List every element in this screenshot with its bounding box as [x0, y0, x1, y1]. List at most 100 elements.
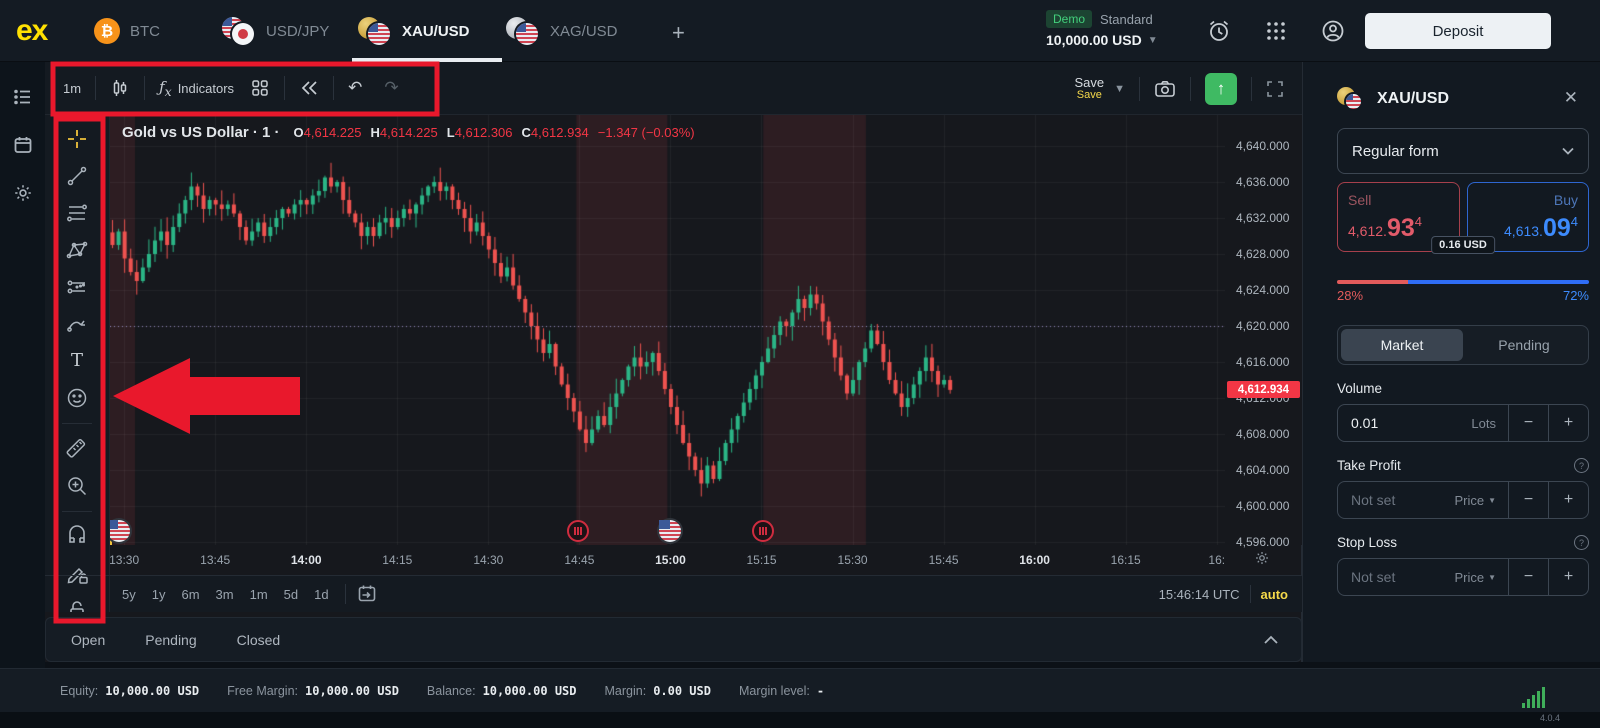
range-button-5d[interactable]: 5d — [284, 587, 298, 602]
status-label: Margin level: — [739, 684, 810, 698]
range-button-5y[interactable]: 5y — [122, 587, 136, 602]
redo-icon[interactable]: ↷ — [384, 78, 398, 98]
undo-icon[interactable]: ↶ — [348, 78, 362, 98]
app-window: ex ₿ BTC USD/JPY XAU/USD XAG/USD + — [0, 0, 1600, 728]
instrument-tab-xauusd[interactable]: XAU/USD — [358, 0, 470, 62]
volume-plus-button[interactable]: + — [1548, 405, 1588, 441]
range-button-3m[interactable]: 3m — [216, 587, 234, 602]
go-to-date-icon[interactable] — [356, 583, 378, 605]
order-form-selector[interactable]: Regular form — [1337, 128, 1589, 174]
range-button-1y[interactable]: 1y — [152, 587, 166, 602]
indicators-button[interactable]: ƒx Indicators — [159, 78, 234, 99]
magnet-tool-icon[interactable] — [65, 525, 89, 549]
volume-unit[interactable]: Lots — [1471, 405, 1508, 441]
volume-input[interactable]: 0.01 — [1338, 405, 1471, 441]
chart-plot-area[interactable]: Gold vs US Dollar · 1 · O4,614.225 H4,61… — [110, 115, 1225, 545]
range-button-1m[interactable]: 1m — [250, 587, 268, 602]
screenshot-camera-icon[interactable] — [1154, 79, 1176, 99]
apps-grid-icon[interactable] — [1263, 18, 1289, 44]
alerts-alarm-icon[interactable] — [1206, 18, 1232, 44]
bottom-strip — [0, 712, 1600, 728]
market-pause-marker[interactable] — [752, 520, 774, 542]
stop-loss-mode-select[interactable]: Price▼ — [1454, 559, 1508, 595]
tools-divider — [62, 511, 92, 512]
account-balance: 10,000.00 USD — [1046, 32, 1142, 48]
tab-market[interactable]: Market — [1341, 329, 1463, 361]
price-tick-label: 4,624.000 — [1236, 283, 1289, 297]
sell-label: Sell — [1348, 192, 1449, 208]
watchlist-menu-icon[interactable] — [12, 86, 34, 108]
settings-gear-icon[interactable] — [12, 182, 34, 204]
panel-symbol-title: XAU/USD — [1377, 90, 1449, 108]
emoji-tool-icon[interactable] — [65, 386, 89, 410]
stop-loss-input[interactable]: Not set — [1338, 559, 1454, 595]
crosshair-tool-icon[interactable] — [65, 127, 89, 151]
take-profit-plus-button[interactable]: + — [1548, 482, 1588, 518]
exness-logo[interactable]: ex — [16, 14, 47, 48]
sentiment-bar: 28% 72% — [1337, 262, 1589, 303]
add-instrument-button[interactable]: + — [672, 20, 685, 46]
take-profit-input-row: Not set Price▼ − + — [1337, 481, 1589, 519]
status-item: Margin:0.00 USD — [605, 684, 711, 698]
take-profit-minus-button[interactable]: − — [1508, 482, 1548, 518]
instrument-tab-btc[interactable]: ₿ BTC — [94, 0, 160, 62]
publish-arrow-up-button[interactable]: ↑ — [1205, 73, 1237, 105]
demo-badge: Demo — [1046, 10, 1092, 28]
timezone-auto-toggle[interactable]: auto — [1261, 587, 1288, 602]
take-profit-help-icon[interactable]: ? — [1574, 458, 1589, 473]
volume-minus-button[interactable]: − — [1508, 405, 1548, 441]
account-switcher[interactable]: Demo Standard 10,000.00 USD ▼ — [1046, 10, 1196, 48]
positions-tab-pending[interactable]: Pending — [145, 632, 196, 648]
utc-clock[interactable]: 15:46:14 UTC — [1159, 587, 1240, 602]
drawing-lock-pencil-icon[interactable] — [65, 562, 89, 586]
price-axis[interactable]: 4,640.0004,636.0004,632.0004,628.0004,62… — [1225, 115, 1302, 545]
candlestick-canvas[interactable] — [110, 115, 1225, 545]
long-position-tool-icon[interactable] — [65, 275, 89, 299]
chart-type-candles-icon[interactable] — [110, 78, 130, 98]
instrument-tab-xagusd[interactable]: XAG/USD — [506, 0, 618, 62]
close-icon[interactable]: ✕ — [1564, 88, 1578, 108]
range-button-6m[interactable]: 6m — [181, 587, 199, 602]
fullscreen-icon[interactable] — [1266, 80, 1284, 98]
layout-grid-icon[interactable] — [250, 78, 270, 98]
time-tick-label: 15:45 — [922, 553, 966, 567]
measure-ruler-tool-icon[interactable] — [65, 437, 89, 461]
fib-retracement-tool-icon[interactable] — [65, 201, 89, 225]
positions-tab-open[interactable]: Open — [71, 632, 105, 648]
stop-loss-minus-button[interactable]: − — [1508, 559, 1548, 595]
chart-title: Gold vs US Dollar · 1 · — [122, 124, 280, 141]
time-axis[interactable]: 13:3013:4514:0014:1514:3014:4515:0015:15… — [110, 545, 1225, 575]
lock-all-tool-icon[interactable] — [65, 599, 89, 612]
left-sidebar — [0, 62, 45, 668]
trend-line-tool-icon[interactable] — [65, 164, 89, 188]
time-tick-label: 14:15 — [375, 553, 419, 567]
current-price-badge: 4,612.934 — [1227, 381, 1300, 398]
profile-icon[interactable] — [1320, 18, 1346, 44]
save-chevron-down-icon[interactable]: ▼ — [1114, 83, 1125, 95]
calendar-icon[interactable] — [12, 134, 34, 156]
positions-tab-closed[interactable]: Closed — [237, 632, 281, 648]
rewind-replay-icon[interactable] — [299, 79, 319, 97]
market-pause-marker[interactable] — [567, 520, 589, 542]
tab-pending[interactable]: Pending — [1463, 329, 1585, 361]
tab-label: BTC — [130, 23, 160, 40]
timeframe-button[interactable]: 1m — [63, 81, 81, 96]
save-layout-button[interactable]: Save Save — [1074, 76, 1104, 101]
price-tick-label: 4,604.000 — [1236, 463, 1289, 477]
sell-sentiment-fill — [1337, 280, 1408, 284]
xabcd-pattern-tool-icon[interactable] — [65, 238, 89, 262]
take-profit-mode-select[interactable]: Price▼ — [1454, 482, 1508, 518]
text-tool-icon[interactable]: T — [65, 349, 89, 373]
deposit-button[interactable]: Deposit — [1365, 13, 1551, 49]
price-tick-label: 4,616.000 — [1236, 355, 1289, 369]
stop-loss-help-icon[interactable]: ? — [1574, 535, 1589, 550]
take-profit-input[interactable]: Not set — [1338, 482, 1454, 518]
zoom-in-tool-icon[interactable] — [65, 474, 89, 498]
stop-loss-plus-button[interactable]: + — [1548, 559, 1588, 595]
price-tick-label: 4,640.000 — [1236, 139, 1289, 153]
range-button-1d[interactable]: 1d — [314, 587, 328, 602]
brush-tool-icon[interactable] — [65, 312, 89, 336]
collapse-chevron-up-icon[interactable] — [1263, 633, 1279, 645]
instrument-tab-usdjpy[interactable]: USD/JPY — [222, 0, 329, 62]
axis-settings-gear-icon[interactable] — [1253, 549, 1273, 569]
